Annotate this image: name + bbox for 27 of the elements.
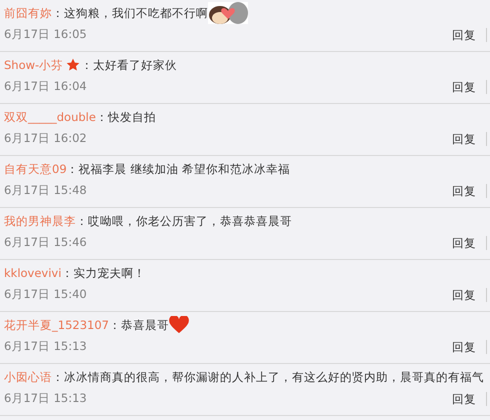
comment-time: 6月17日 15:48 [4, 183, 87, 198]
reply-link[interactable]: 回复 [452, 340, 487, 354]
star-icon [66, 58, 80, 72]
comment-text: ：恭喜晨哥 [108, 318, 169, 332]
reply-link[interactable]: 回复 [452, 132, 487, 146]
reply-link[interactable]: 回复 [452, 184, 487, 198]
comment-time: 6月17日 15:46 [4, 235, 87, 250]
comment-text: ：这狗粮，我们不吃都不行啊 [52, 6, 208, 20]
heart-icon [168, 316, 189, 334]
comment-text: ：太好看了好家伙 [81, 58, 178, 72]
reply-link[interactable]: 回复 [452, 28, 487, 42]
comment-time: 6月17日 15:13 [4, 391, 87, 406]
comment-text: ：哎呦喂，你老公历害了，恭喜恭喜晨哥 [76, 214, 292, 228]
comment-time: 6月17日 15:13 [4, 339, 87, 354]
comment-time: 6月17日 16:05 [4, 27, 87, 42]
reply-link[interactable]: 回复 [452, 236, 487, 250]
comment-time: 6月17日 15:40 [4, 287, 87, 302]
comment-time: 6月17日 16:04 [4, 79, 87, 94]
comment-time: 6月17日 16:02 [4, 131, 87, 146]
comment-text: ：快发自拍 [96, 110, 156, 124]
reply-link[interactable]: 回复 [452, 80, 487, 94]
comment-text: ：冰冰情商真的很高，帮你漏谢的人补上了，有这么好的贤内助，晨哥真的有福气 [52, 370, 484, 384]
sticker-icon [208, 2, 248, 24]
reply-link[interactable]: 回复 [452, 288, 487, 302]
reply-link[interactable]: 回复 [452, 392, 487, 406]
comment-text: ：祝福李晨 继续加油 希望你和范冰冰幸福 [66, 162, 290, 176]
comment-text: ：实力宠夫啊！ [61, 266, 146, 280]
